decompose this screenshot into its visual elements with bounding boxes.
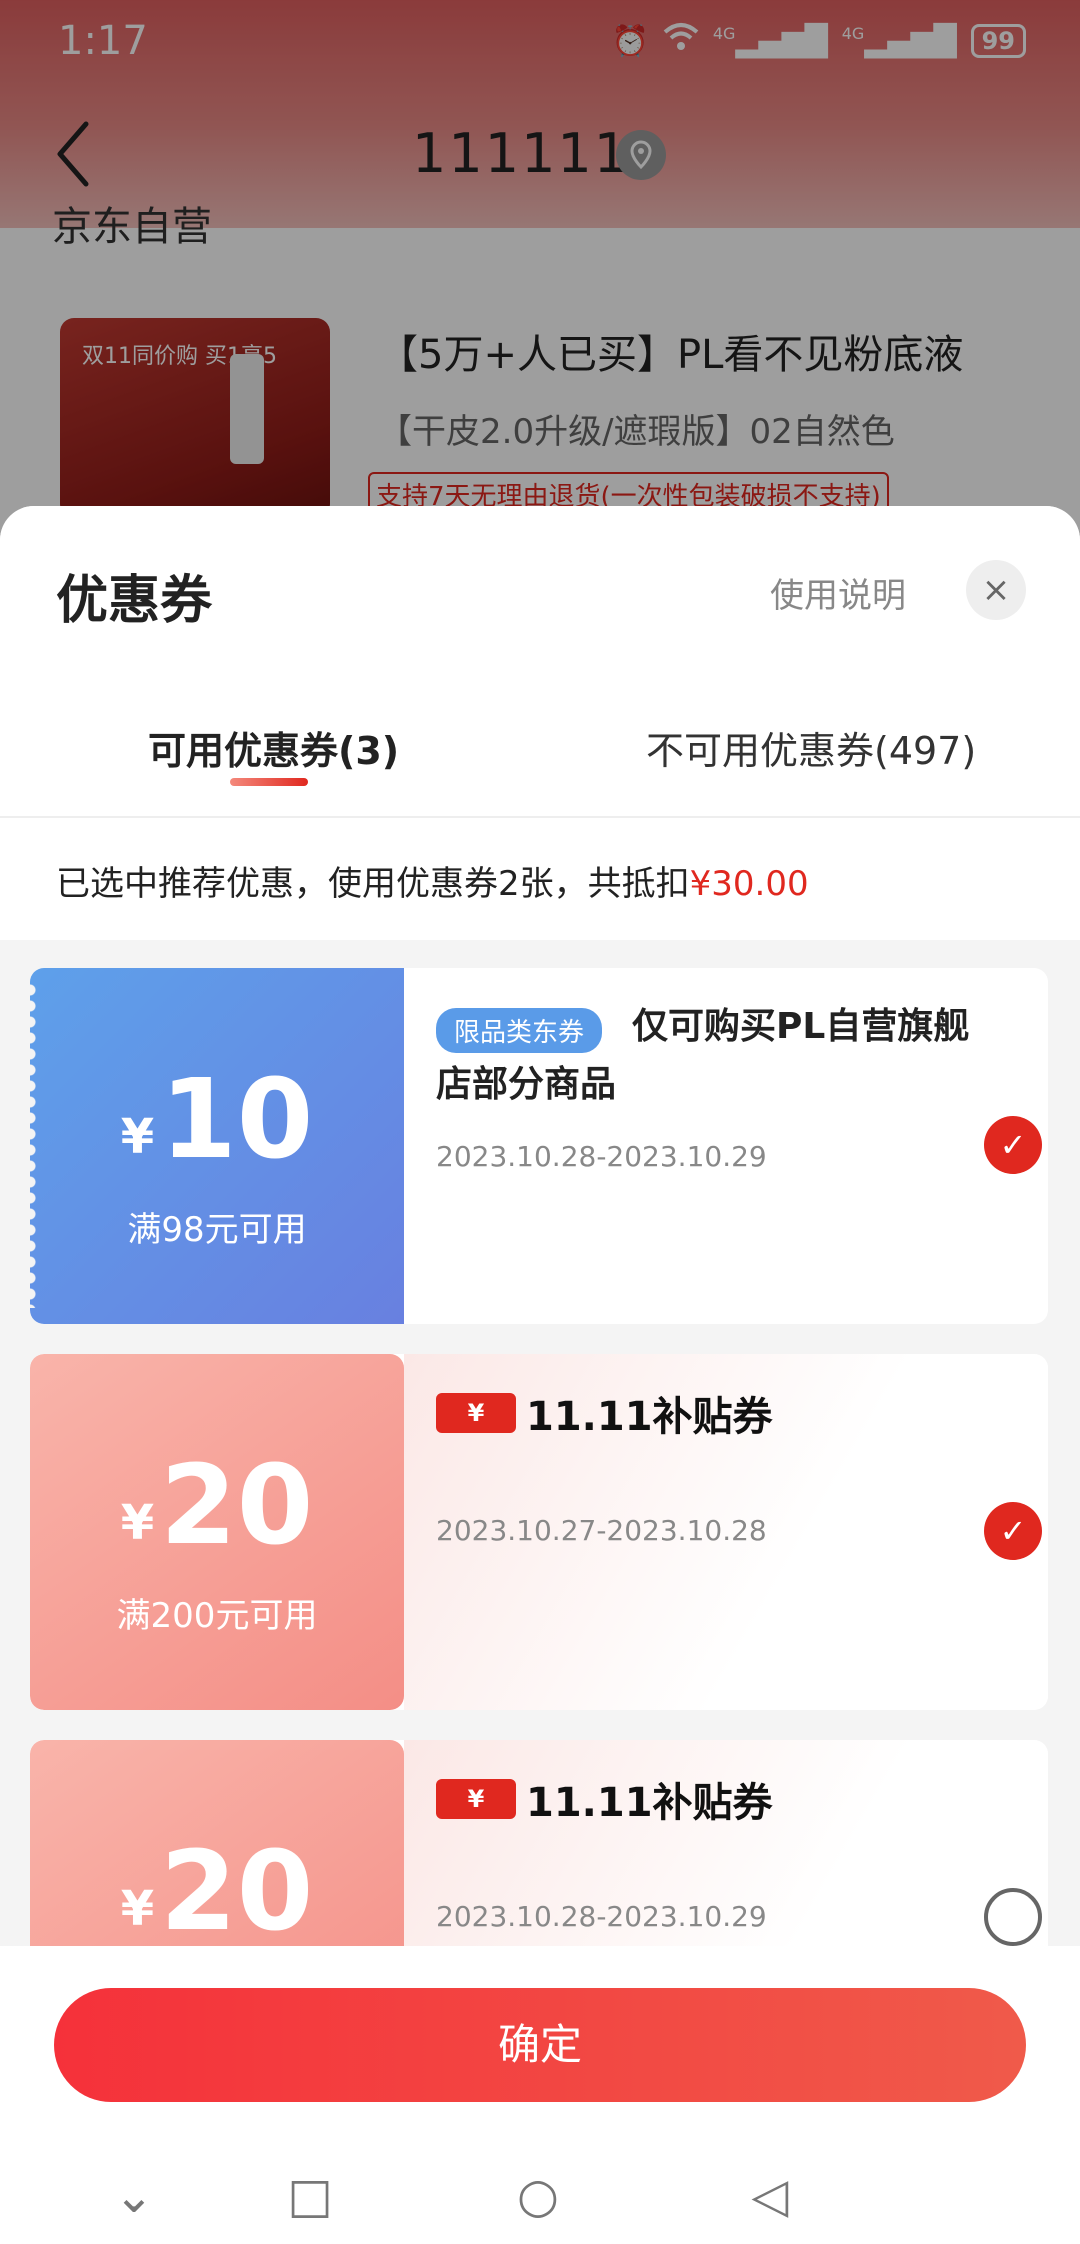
ticket-icon: ¥ bbox=[436, 1393, 516, 1433]
summary-text: 已选中推荐优惠，使用优惠券2张，共抵扣 bbox=[56, 864, 690, 904]
home-circle-icon[interactable]: ○ bbox=[508, 2166, 568, 2226]
watermark-main: 值值值 bbox=[924, 2168, 1045, 2214]
back-triangle-icon[interactable]: ◁ bbox=[740, 2166, 800, 2226]
coupon-validity: 2023.10.28-2023.10.29 bbox=[436, 1140, 767, 1173]
tab-unavailable-coupons[interactable]: 不可用优惠券(497) bbox=[646, 720, 976, 775]
coupon-amount: ¥20 bbox=[120, 1827, 314, 1955]
coupon-validity: 2023.10.27-2023.10.28 bbox=[436, 1514, 767, 1547]
divider bbox=[0, 816, 1080, 818]
coupon-card[interactable]: ¥20 满200元可用 ¥ 11.11补贴券 2023.10.27-2023.1… bbox=[30, 1354, 1048, 1710]
subsidy-name: 11.11补贴券 bbox=[526, 1780, 773, 1826]
coupon-value-panel: ¥20 满200元可用 bbox=[30, 1354, 404, 1710]
watermark-sub: zhizhizhi.com bbox=[924, 2216, 1046, 2235]
coupon-info-panel: 仅可购买PL自营旗舰店部分商品 限品类东券 2023.10.28-2023.10… bbox=[404, 968, 1048, 1324]
subsidy-name: 11.11补贴券 bbox=[526, 1394, 773, 1440]
system-navigation-bar: ⌄ □ ○ ◁ bbox=[0, 2146, 1080, 2244]
coupon-validity: 2023.10.28-2023.10.29 bbox=[436, 1900, 767, 1933]
confirm-button[interactable]: 确定 bbox=[54, 1988, 1026, 2102]
coupon-category-badge: 限品类东券 bbox=[436, 1008, 603, 1053]
sheet-header: 优惠券 使用说明 × 可用优惠券(3) 不可用优惠券(497) 已选中推荐优惠，… bbox=[0, 506, 1080, 940]
usage-instructions-link[interactable]: 使用说明 bbox=[770, 568, 906, 617]
coupon-check-icon[interactable]: ✓ bbox=[984, 1116, 1042, 1174]
discount-summary: 已选中推荐优惠，使用优惠券2张，共抵扣¥30.00 bbox=[56, 856, 809, 905]
tab-available-coupons[interactable]: 可用优惠券(3) bbox=[148, 720, 399, 775]
site-watermark: 值值值 zhizhizhi.com bbox=[924, 2158, 1046, 2235]
sheet-title: 优惠券 bbox=[56, 571, 213, 631]
coupon-info-panel: ¥ 11.11补贴券 2023.10.27-2023.10.28 ✓ bbox=[404, 1354, 1048, 1710]
coupon-check-icon[interactable]: ✓ bbox=[984, 1502, 1042, 1560]
summary-amount: ¥30.00 bbox=[689, 864, 809, 904]
coupon-amount: ¥10 bbox=[120, 1055, 314, 1183]
coupon-card[interactable]: ¥10 满98元可用 仅可购买PL自营旗舰店部分商品 限品类东券 2023.10… bbox=[30, 968, 1048, 1324]
subsidy-coupon-title: ¥ 11.11补贴券 bbox=[436, 1770, 773, 1828]
coupon-amount: ¥20 bbox=[120, 1441, 314, 1569]
chevron-down-icon[interactable]: ⌄ bbox=[104, 2166, 164, 2226]
recents-square-icon[interactable]: □ bbox=[280, 2166, 340, 2226]
coupon-sheet: 优惠券 使用说明 × 可用优惠券(3) 不可用优惠券(497) 已选中推荐优惠，… bbox=[0, 506, 1080, 2244]
coupon-condition: 满98元可用 bbox=[127, 1210, 307, 1250]
close-icon[interactable]: × bbox=[966, 560, 1026, 620]
coupon-condition: 满200元可用 bbox=[116, 1596, 318, 1636]
active-tab-indicator bbox=[230, 778, 308, 786]
coupon-radio-icon[interactable] bbox=[984, 1888, 1042, 1946]
sheet-footer: 确定 ⌄ □ ○ ◁ bbox=[0, 1946, 1080, 2244]
subsidy-coupon-title: ¥ 11.11补贴券 bbox=[436, 1384, 773, 1442]
ticket-icon: ¥ bbox=[436, 1779, 516, 1819]
coupon-value-panel: ¥10 满98元可用 bbox=[30, 968, 404, 1324]
